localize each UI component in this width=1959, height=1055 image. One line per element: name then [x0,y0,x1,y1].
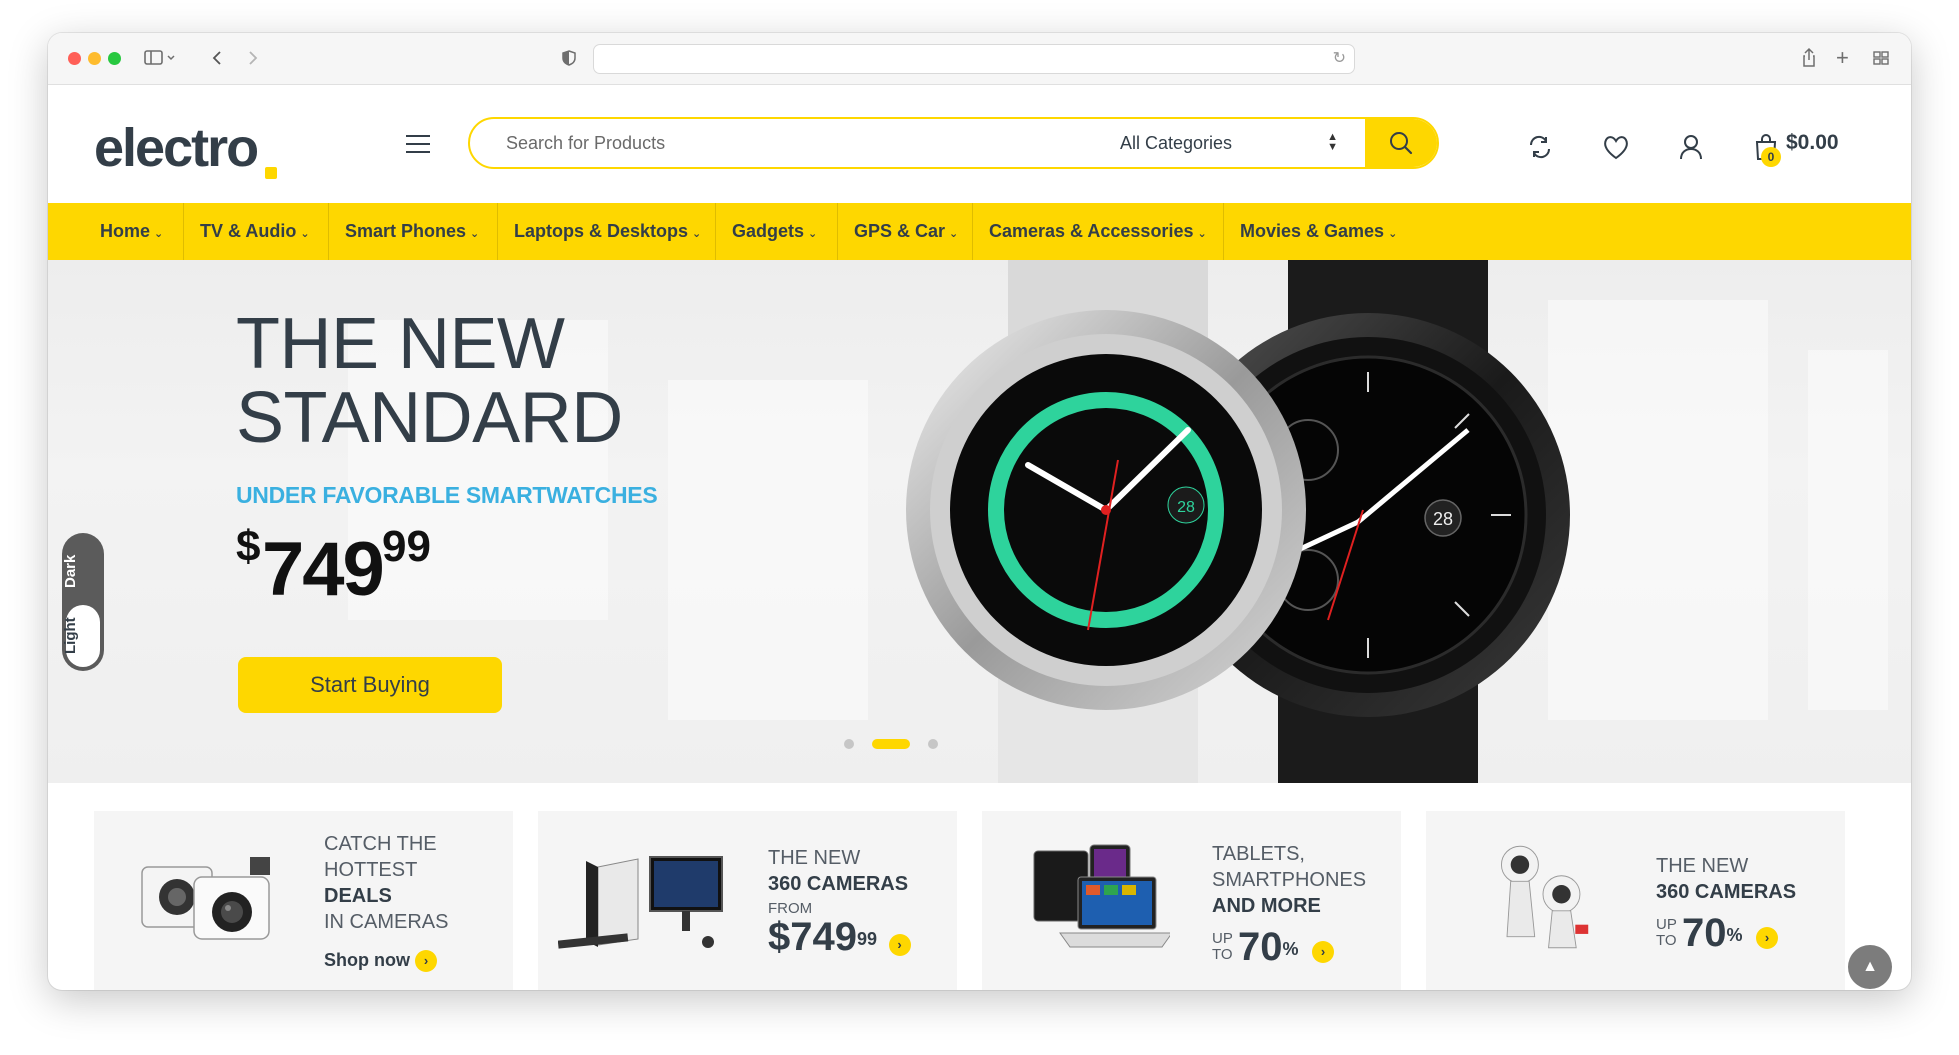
new-tab-icon[interactable]: + [1836,46,1849,70]
theme-toggle[interactable]: Dark Light [62,533,104,671]
promo-1-line-2: HOTTEST [324,859,418,881]
search-bar: All Categories ▲▼ [468,117,1439,169]
watch-date-1: 28 [1177,499,1195,516]
slider-dot-2[interactable] [872,739,910,749]
promo-2-line-2: 360 CAMERAS [768,873,909,895]
search-icon [1390,132,1413,155]
watch-date-2: 28 [1433,509,1453,529]
promo-2-price: $74999 › [768,917,911,957]
promo-3-line-3: AND MORE [1212,895,1321,917]
category-select-value: All Categories [1120,133,1233,153]
promo-1-line-4: IN CAMERAS [324,911,449,933]
promo-1-shop-now-link[interactable]: Shop now › [324,947,448,973]
wishlist-heart-icon[interactable] [1601,132,1631,162]
chevron-up-icon: ▲ [1862,958,1878,975]
desktop-pc-product-image [558,856,723,949]
chevron-down-icon: ⌄ [1197,228,1207,240]
cart-amount[interactable]: $0.00 [1786,131,1839,155]
chevron-down-icon: ⌄ [1388,228,1398,240]
nav-item-gps-car[interactable]: GPS & Car ⌄ [854,203,958,260]
slider-dot-3[interactable] [928,739,938,749]
sidebar-toggle-icon[interactable] [144,46,178,76]
search-button[interactable] [1365,119,1437,167]
chevron-down-icon: ⌄ [154,228,164,240]
360-camera-product-image [1501,845,1589,949]
menu-hamburger-icon[interactable] [406,135,430,153]
nav-item-movies-games[interactable]: Movies & Games ⌄ [1240,203,1397,260]
nav-item-cameras-accessories[interactable]: Cameras & Accessories ⌄ [989,203,1207,260]
hero-subtitle: UNDER FAVORABLE SMARTWATCHES [236,482,658,508]
select-caret-icon: ▲ ▼ [1327,131,1338,153]
promo-card-tablets-smartphones[interactable]: TABLETS, SMARTPHONES AND MORE UP TO 70% › [982,811,1401,990]
chevron-down-icon: ⌄ [300,228,310,240]
browser-toolbar: ↻ + [48,33,1911,85]
site-header: electro All Categories ▲▼ 0 $0.00 [48,85,1911,203]
hero-slider: THE NEW STANDARD UNDER FAVORABLE SMARTWA… [48,260,1911,783]
account-user-icon[interactable] [1676,132,1706,162]
close-window-button[interactable] [68,52,81,65]
theme-light-option[interactable]: Light [62,607,104,665]
back-arrow-icon[interactable] [208,46,228,76]
start-buying-button[interactable]: Start Buying [238,657,502,713]
forward-arrow-icon[interactable] [242,46,262,76]
theme-dark-option[interactable]: Dark [62,543,104,599]
chevron-down-icon: ⌄ [470,228,480,240]
promo-1-line-3: DEALS [324,885,392,907]
maximize-window-button[interactable] [108,52,121,65]
nav-item-laptops-desktops[interactable]: Laptops & Desktops ⌄ [514,203,701,260]
cart-count-badge: 0 [1761,147,1781,167]
reload-icon[interactable]: ↻ [1333,48,1346,68]
chevron-down-icon: ⌄ [692,228,702,240]
camera-product-image [141,857,270,940]
privacy-shield-icon[interactable] [560,46,578,76]
site-logo[interactable]: electro [94,117,259,179]
hero-title: THE NEW STANDARD [236,304,623,458]
promo-3-line-1: TABLETS, [1212,843,1305,865]
logo-dot [265,167,277,179]
nav-item-tv-audio[interactable]: TV & Audio ⌄ [200,203,310,260]
main-nav: Home ⌄ TV & Audio ⌄ Smart Phones ⌄ Laptops … [48,203,1911,260]
category-select[interactable]: All Categories ▲ ▼ [1112,119,1352,167]
arrow-right-icon[interactable]: › [1312,941,1334,963]
arrow-right-icon: › [415,950,437,973]
nav-item-gadgets[interactable]: Gadgets ⌄ [732,203,817,260]
promo-card-360-cameras-discount[interactable]: THE NEW 360 CAMERAS UP TO 70% › [1426,811,1845,990]
nav-item-smart-phones[interactable]: Smart Phones ⌄ [345,203,479,260]
address-bar[interactable]: ↻ [593,44,1355,74]
share-icon[interactable] [1800,46,1818,76]
promo-4-discount: UP TO 70% › [1656,909,1796,953]
smartwatch-product-image: 28 28 [906,260,1570,783]
tablet-laptop-product-image [1033,844,1170,948]
search-input[interactable] [470,119,1070,167]
promo-card-cameras-deals[interactable]: CATCH THE HOTTEST DEALS IN CAMERAS Shop … [94,811,513,990]
arrow-right-icon[interactable]: › [888,933,911,956]
promo-1-line-1: CATCH THE [324,833,437,855]
promo-3-line-2: SMARTPHONES [1212,869,1367,891]
nav-item-home[interactable]: Home ⌄ [100,203,163,260]
arrow-right-icon[interactable]: › [1756,927,1778,949]
slider-dot-1[interactable] [844,739,854,749]
promo-4-line-1: THE NEW [1656,855,1749,877]
chevron-down-icon: ⌄ [808,228,818,240]
browser-window: ↻ + electro All Categories ▲▼ [48,33,1911,990]
promo-card-360-cameras-price[interactable]: THE NEW 360 CAMERAS FROM $74999 › [538,811,957,990]
promo-3-discount: UP TO 70% › [1212,923,1366,967]
compare-icon[interactable] [1525,132,1555,162]
promo-2-line-1: THE NEW [768,847,861,869]
promo-4-line-2: 360 CAMERAS [1656,881,1797,903]
slider-dots [48,737,1911,749]
chevron-down-icon: ⌄ [949,228,959,240]
back-to-top-button[interactable]: ▲ [1848,945,1892,989]
tab-overview-icon[interactable] [1872,46,1890,76]
minimize-window-button[interactable] [88,52,101,65]
